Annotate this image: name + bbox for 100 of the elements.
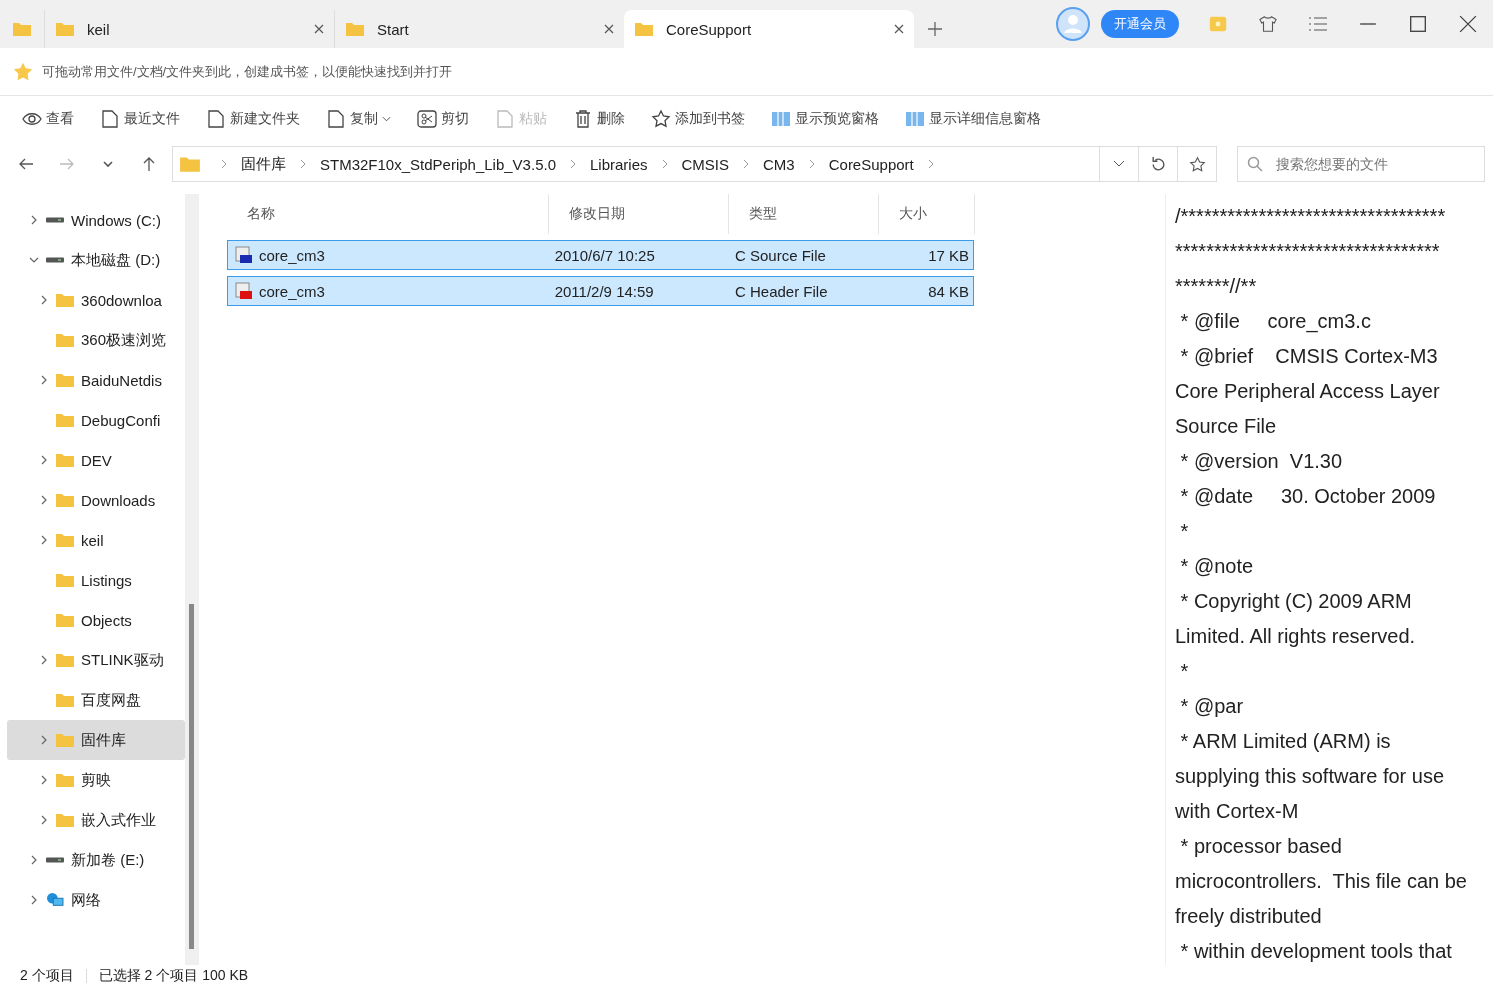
avatar-icon[interactable]	[1055, 6, 1091, 42]
maximize-icon[interactable]	[1409, 15, 1427, 33]
sidebar-item[interactable]: keil	[7, 520, 185, 560]
chevron-down-icon	[1113, 160, 1125, 168]
sidebar-item[interactable]: Listings	[7, 560, 185, 600]
sidebar-item[interactable]: Objects	[7, 600, 185, 640]
chevron-right-icon	[300, 159, 306, 169]
chevron-icon[interactable]	[31, 895, 37, 905]
tab[interactable]: keil	[44, 10, 334, 48]
chevron-right-icon	[808, 159, 815, 169]
folder-icon	[634, 21, 654, 37]
close-icon[interactable]	[314, 24, 324, 34]
breadcrumb-item[interactable]: STM32F10x_StdPeriph_Lib_V3.5.0	[320, 155, 556, 173]
chevron-icon[interactable]	[31, 215, 37, 225]
sidebar-item[interactable]: 网络	[7, 880, 185, 920]
sidebar-item[interactable]: 360极速浏览	[7, 320, 185, 360]
chevron-icon[interactable]	[41, 655, 47, 665]
file-row[interactable]: core_cm3 2011/2/9 14:59 C Header File 84 KB	[227, 276, 974, 306]
panel-icon	[771, 109, 791, 129]
sidebar-item[interactable]: 固件库	[7, 720, 185, 760]
code-line: microcontrollers. This file can be	[1175, 869, 1468, 894]
chevron-icon[interactable]	[41, 295, 47, 305]
code-line: Limited. All rights reserved.	[1175, 624, 1417, 649]
sidebar-item[interactable]: STLINK驱动	[7, 640, 185, 680]
vip-button[interactable]: 开通会员	[1101, 10, 1179, 38]
scrollbar[interactable]	[185, 194, 199, 965]
folder-icon	[55, 372, 75, 388]
tab[interactable]: CoreSupport	[624, 10, 914, 48]
tab[interactable]: Start	[334, 10, 624, 48]
chevron-icon[interactable]	[41, 735, 47, 745]
chevron-icon[interactable]	[41, 775, 47, 785]
sidebar-item[interactable]: BaiduNetdis	[7, 360, 185, 400]
sidebar-item[interactable]: 本地磁盘 (D:)	[7, 240, 185, 280]
toolbar-button[interactable]: 新建文件夹	[200, 105, 306, 133]
code-line: /**********************************	[1175, 204, 1447, 229]
column-header[interactable]: 修改日期	[549, 194, 729, 234]
breadcrumb-item[interactable]: 固件库	[241, 154, 286, 174]
column-header[interactable]: 大小	[879, 194, 975, 234]
sidebar-item[interactable]: 360downloa	[7, 280, 185, 320]
sidebar-item[interactable]: 百度网盘	[7, 680, 185, 720]
search-icon	[1247, 156, 1263, 172]
chevron-icon[interactable]	[29, 257, 39, 263]
toolbar-button[interactable]: 剪切	[411, 105, 475, 133]
breadcrumb-item[interactable]: CM3	[763, 155, 795, 173]
breadcrumb-item[interactable]: CMSIS	[681, 155, 730, 173]
selection-info: 已选择 2 个项目 100 KB	[98, 967, 249, 985]
chevron-icon[interactable]	[41, 535, 47, 545]
folder-icon	[345, 21, 365, 37]
breadcrumb-item[interactable]: Libraries	[590, 155, 648, 173]
file-icon	[235, 282, 253, 300]
folder-icon	[55, 292, 75, 308]
toolbar-button[interactable]: 查看	[16, 105, 80, 133]
sidebar-item[interactable]: 嵌入式作业	[7, 800, 185, 840]
folder-icon	[55, 532, 75, 548]
code-line: supplying this software for use	[1175, 764, 1446, 789]
code-line: *	[1179, 519, 1190, 544]
up-icon[interactable]	[141, 156, 157, 172]
close-icon[interactable]	[1459, 15, 1477, 33]
chevron-icon[interactable]	[41, 455, 47, 465]
trash-icon	[573, 109, 593, 129]
file-row[interactable]: core_cm3 2010/6/7 10:25 C Source File 17 KB	[227, 240, 974, 270]
sidebar-item[interactable]: Windows (C:)	[7, 200, 185, 240]
chevron-icon[interactable]	[41, 375, 47, 385]
refresh-icon	[1149, 155, 1167, 173]
breadcrumb-item[interactable]: CoreSupport	[828, 155, 914, 173]
sidebar-item[interactable]: 新加卷 (E:)	[7, 840, 185, 880]
sidebar-item[interactable]: Downloads	[7, 480, 185, 520]
code-line: * @date 30. October 2009	[1179, 484, 1437, 509]
folder-icon	[55, 452, 75, 468]
chevron-icon[interactable]	[41, 495, 47, 505]
chevron-right-icon	[221, 159, 227, 169]
code-line: *	[1179, 659, 1190, 684]
code-line: * @note	[1179, 554, 1255, 579]
close-icon[interactable]	[604, 24, 614, 34]
column-header[interactable]: 类型	[729, 194, 879, 234]
search-field[interactable]: 搜索您想要的文件	[1237, 146, 1485, 182]
toolbar-button[interactable]: 显示预览窗格	[765, 105, 885, 133]
folder-icon	[55, 692, 75, 708]
toolbar-button[interactable]: 删除	[567, 105, 631, 133]
chevron-right-icon	[570, 159, 576, 169]
address-bar[interactable]: 固件库 STM32F10x_StdPeriph_Lib_V3.5.0 Libraries CMSIS CM3 CoreSupport	[172, 146, 1217, 182]
folder-icon	[55, 612, 75, 628]
back-icon[interactable]	[18, 156, 34, 172]
new-tab-icon[interactable]	[928, 22, 942, 36]
sidebar-item[interactable]: 剪映	[7, 760, 185, 800]
toolbar-button[interactable]: 添加到书签	[645, 105, 751, 133]
shirt-icon[interactable]	[1259, 15, 1277, 33]
column-header[interactable]: 名称	[227, 194, 549, 234]
close-icon[interactable]	[894, 24, 904, 34]
chevron-right-icon	[661, 159, 668, 169]
toolbar-button[interactable]: 复制	[320, 105, 397, 133]
drive-icon	[45, 857, 65, 863]
chevron-right-icon	[743, 159, 750, 169]
sidebar-item[interactable]: DEV	[7, 440, 185, 480]
chevron-icon[interactable]	[41, 815, 47, 825]
bookmark-hint: 可拖动常用文件/文档/文件夹到此，创建成书签，以便能快速找到并打开	[42, 62, 453, 81]
toolbar-button[interactable]: 最近文件	[94, 105, 186, 133]
toolbar-button[interactable]: 显示详细信息窗格	[899, 105, 1047, 133]
sidebar-item[interactable]: DebugConfi	[7, 400, 185, 440]
chevron-icon[interactable]	[31, 855, 37, 865]
